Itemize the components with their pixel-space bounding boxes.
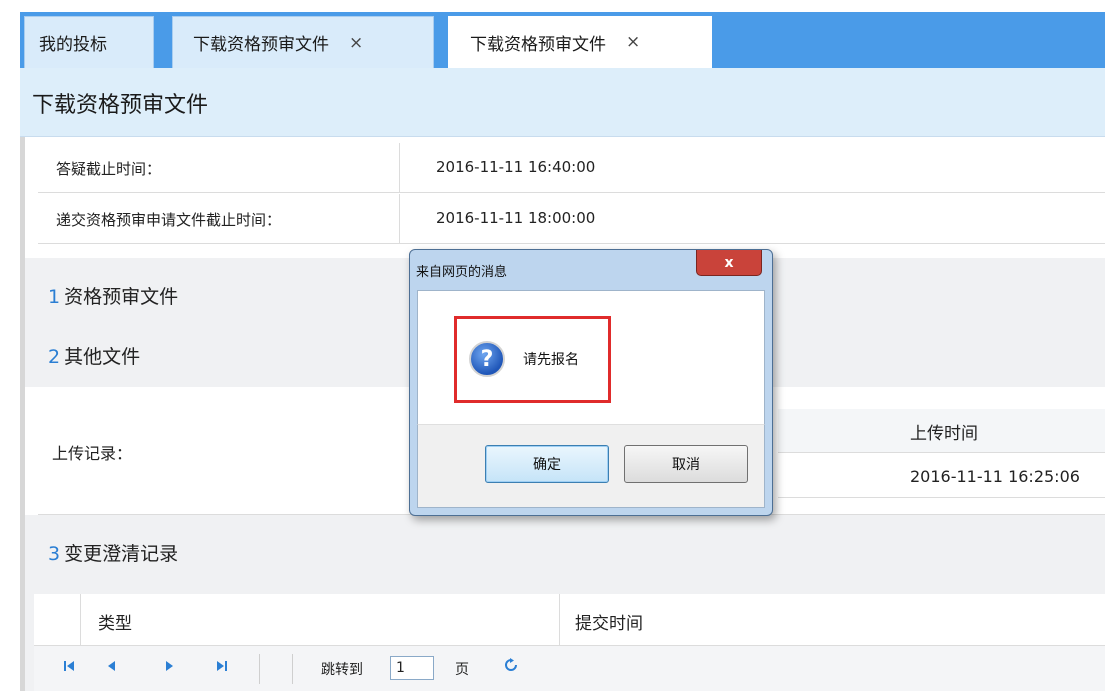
section-title-change-records[interactable]: 3 变更澄清记录: [48, 539, 178, 566]
column-divider: [559, 594, 560, 646]
column-header-type: 类型: [98, 614, 132, 634]
divider: [399, 194, 400, 244]
dialog-body: ? 请先报名: [417, 290, 765, 425]
dialog-message: 请先报名: [523, 352, 579, 368]
ok-button[interactable]: 确定: [485, 445, 609, 483]
upload-time-cell: 2016-11-11 16:25:06: [910, 467, 1080, 486]
page-header: 下载资格预审文件: [20, 68, 1105, 137]
message-dialog: 来自网页的消息 x ? 请先报名 确定 取消: [409, 249, 773, 516]
page-title: 下载资格预审文件: [32, 93, 209, 118]
info-value: 2016-11-11 18:00:00: [436, 209, 596, 227]
upload-records-label: 上传记录：: [52, 444, 133, 463]
info-label: 答疑截止时间：: [56, 160, 162, 178]
last-page-icon[interactable]: [217, 659, 227, 678]
separator: [292, 654, 293, 684]
page-number-input[interactable]: [390, 656, 434, 680]
info-label: 递交资格预审申请文件截止时间：: [56, 211, 282, 229]
highlight-box: ? 请先报名: [454, 316, 611, 403]
question-icon: ?: [469, 341, 505, 377]
row-divider: [778, 497, 1105, 498]
upload-time-header: 上传时间: [910, 424, 978, 444]
section-label: 资格预审文件: [64, 286, 179, 308]
tab-bar: 我的投标 下载资格预审文件 × 下载资格预审文件 ×: [0, 0, 1105, 68]
cancel-button[interactable]: 取消: [624, 445, 748, 483]
close-icon: x: [724, 254, 734, 271]
close-icon[interactable]: ×: [626, 32, 640, 52]
dialog-close-button[interactable]: x: [696, 250, 762, 276]
next-page-icon[interactable]: [166, 659, 174, 678]
section-number: 1: [48, 286, 61, 308]
section-title-prequal-docs[interactable]: 1 资格预审文件: [48, 282, 178, 309]
info-value: 2016-11-11 16:40:00: [436, 158, 596, 176]
column-divider: [80, 594, 81, 646]
dialog-footer: 确定 取消: [417, 424, 765, 508]
section-number: 3: [48, 543, 61, 565]
section-title-other-docs[interactable]: 2 其他文件: [48, 342, 140, 369]
tab-label: 我的投标: [39, 35, 107, 55]
change-records-table: 类型 提交时间: [34, 594, 1105, 646]
refresh-icon[interactable]: [504, 657, 518, 676]
tab-label: 下载资格预审文件: [193, 35, 329, 55]
column-header-submit-time: 提交时间: [575, 614, 643, 634]
tab-download-prequal-2[interactable]: 下载资格预审文件 ×: [448, 16, 712, 68]
section-label: 变更澄清记录: [64, 543, 179, 565]
divider: [399, 143, 400, 193]
first-page-icon[interactable]: [64, 659, 74, 678]
info-row-submit-deadline: 递交资格预审申请文件截止时间： 2016-11-11 18:00:00: [38, 194, 1105, 244]
prev-page-icon[interactable]: [107, 659, 115, 678]
page-unit-label: 页: [455, 662, 469, 678]
section-label: 其他文件: [64, 346, 141, 368]
tab-my-bids[interactable]: 我的投标: [24, 16, 154, 68]
section-number: 2: [48, 346, 61, 368]
separator: [259, 654, 260, 684]
tab-label: 下载资格预审文件: [470, 34, 606, 55]
close-icon[interactable]: ×: [349, 33, 363, 53]
jump-to-label: 跳转到: [321, 662, 363, 678]
info-row-qa-deadline: 答疑截止时间： 2016-11-11 16:40:00: [38, 143, 1105, 193]
tab-download-prequal-1[interactable]: 下载资格预审文件 ×: [172, 16, 434, 68]
dialog-title: 来自网页的消息: [416, 265, 508, 280]
pagination-bar: 跳转到 页: [34, 646, 1105, 691]
